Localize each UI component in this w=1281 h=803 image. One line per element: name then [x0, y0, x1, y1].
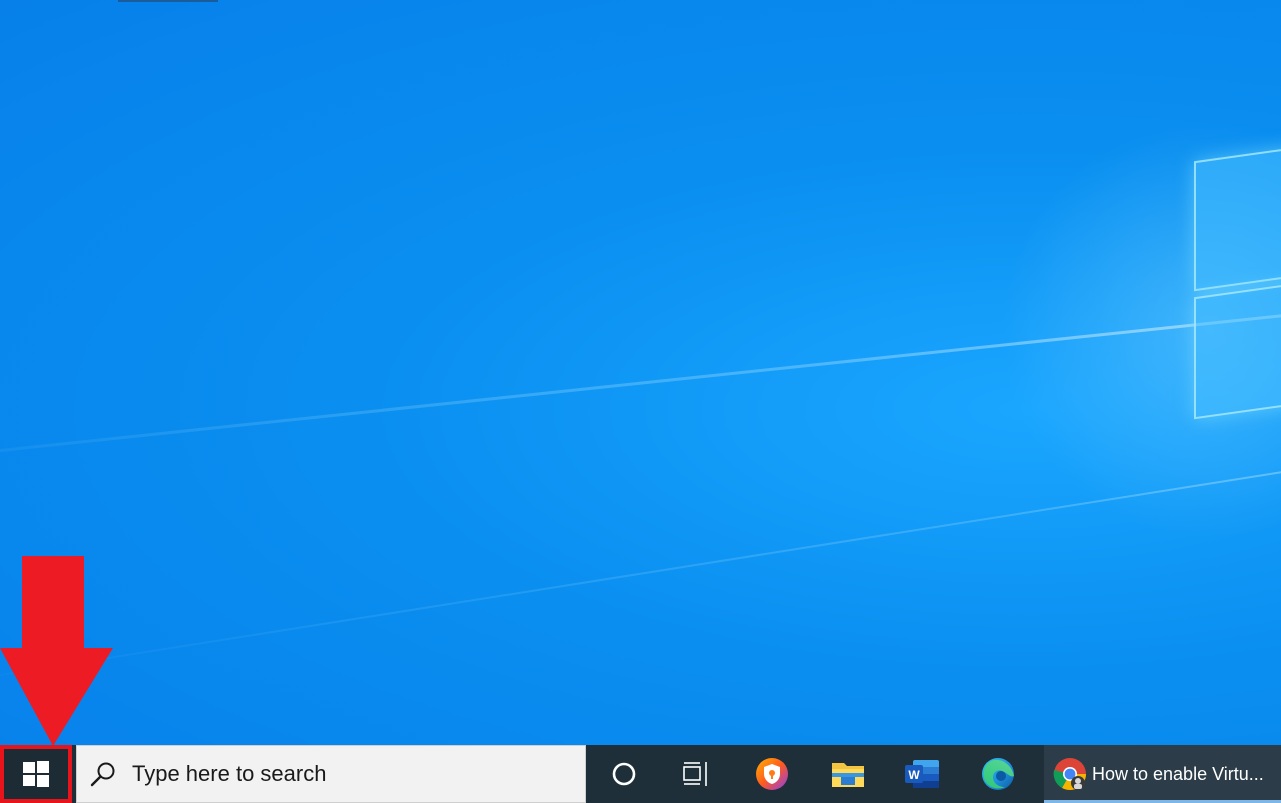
search-icon [90, 761, 116, 787]
windows-start-icon [23, 761, 49, 787]
word-icon: W [905, 760, 939, 788]
taskbar-search-box[interactable]: Type here to search [76, 745, 586, 803]
desktop-wallpaper [0, 0, 1281, 745]
word-button[interactable]: W [892, 745, 952, 803]
search-placeholder: Type here to search [132, 761, 327, 786]
red-arrow-annotation [0, 556, 113, 746]
edge-icon [982, 758, 1014, 790]
task-view-icon [683, 762, 707, 786]
svg-text:W: W [908, 768, 920, 782]
taskbar: Type here to search W How to enable Virt… [0, 745, 1281, 803]
logo-pane [1194, 146, 1281, 292]
file-explorer-icon [832, 763, 864, 787]
cortana-button[interactable] [594, 745, 654, 803]
chrome-icon [1052, 756, 1088, 792]
cortana-icon [612, 762, 636, 786]
logo-pane [1194, 282, 1281, 420]
avast-browser-button[interactable] [742, 745, 802, 803]
task-view-button[interactable] [666, 745, 726, 803]
window-edge [118, 0, 218, 2]
edge-button[interactable] [968, 745, 1028, 803]
file-explorer-button[interactable] [818, 745, 878, 803]
active-window-title: How to enable Virtu... [1092, 763, 1264, 784]
avast-secure-browser-icon [756, 758, 788, 790]
start-button[interactable] [0, 745, 72, 803]
chrome-taskbar-window[interactable]: How to enable Virtu... [1044, 745, 1281, 803]
windows-wallpaper-logo [1194, 140, 1281, 420]
